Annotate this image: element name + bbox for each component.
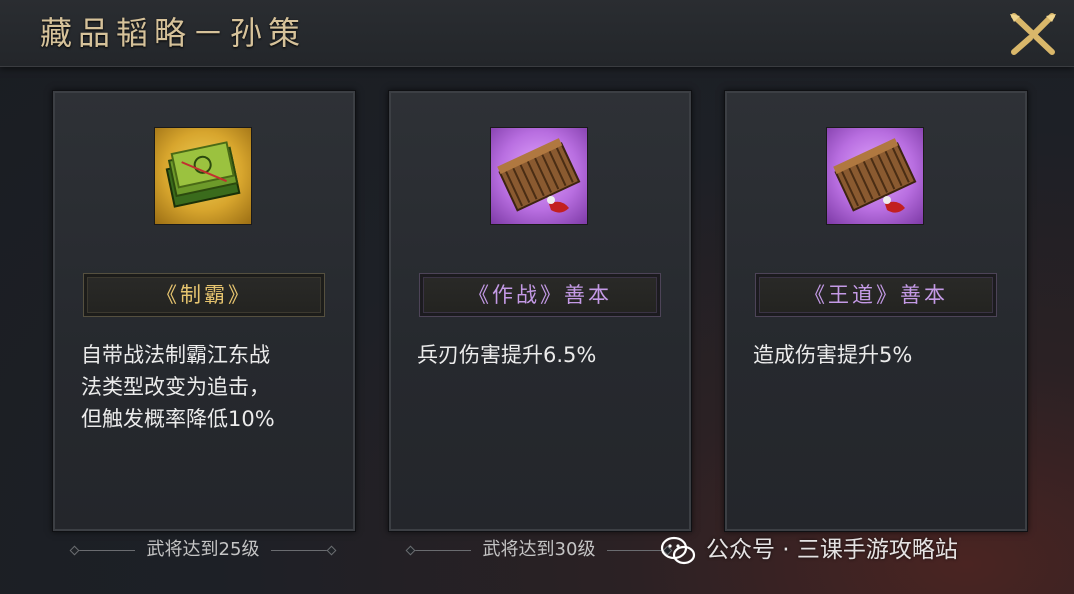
watermark: 公众号 · 三课手游攻略站 [660,530,958,570]
divider [607,549,668,551]
requirement-text: 武将达到30级 [482,539,596,560]
divider [271,549,332,551]
collectible-card-2[interactable]: 《作战》善本 兵刃伤害提升6.5% [388,90,692,532]
close-x-icon [1010,13,1056,55]
level-requirement: 武将达到25级 [52,536,354,564]
title-bar: 藏品韬略－孙策 [0,0,1074,67]
divider [74,549,135,551]
collectible-card-3[interactable]: 《王道》善本 造成伤害提升5% [724,90,1028,532]
wechat-logo-icon [660,536,696,566]
card-description: 兵刃伤害提升6.5% [417,343,597,367]
card-description: 造成伤害提升5% [753,343,913,367]
purple-book-icon [826,127,924,225]
divider [410,549,471,551]
card-title: 《王道》善本 [755,273,997,317]
page-title: 藏品韬略－孙策 [40,14,307,52]
card-title: 《作战》善本 [419,273,661,317]
gold-book-icon [154,127,252,225]
card-title: 《制霸》 [83,273,325,317]
watermark-text: 公众号 · 三课手游攻略站 [706,537,958,563]
level-requirement: 武将达到30级 [388,536,690,564]
close-button[interactable] [1008,10,1058,56]
card-description: 自带战法制霸江东战 法类型改变为追击， 但触发概率降低10% [81,343,275,431]
collectible-card-1[interactable]: 《制霸》 自带战法制霸江东战 法类型改变为追击， 但触发概率降低10% [52,90,356,532]
purple-book-icon [490,127,588,225]
requirement-text: 武将达到25级 [146,539,260,560]
